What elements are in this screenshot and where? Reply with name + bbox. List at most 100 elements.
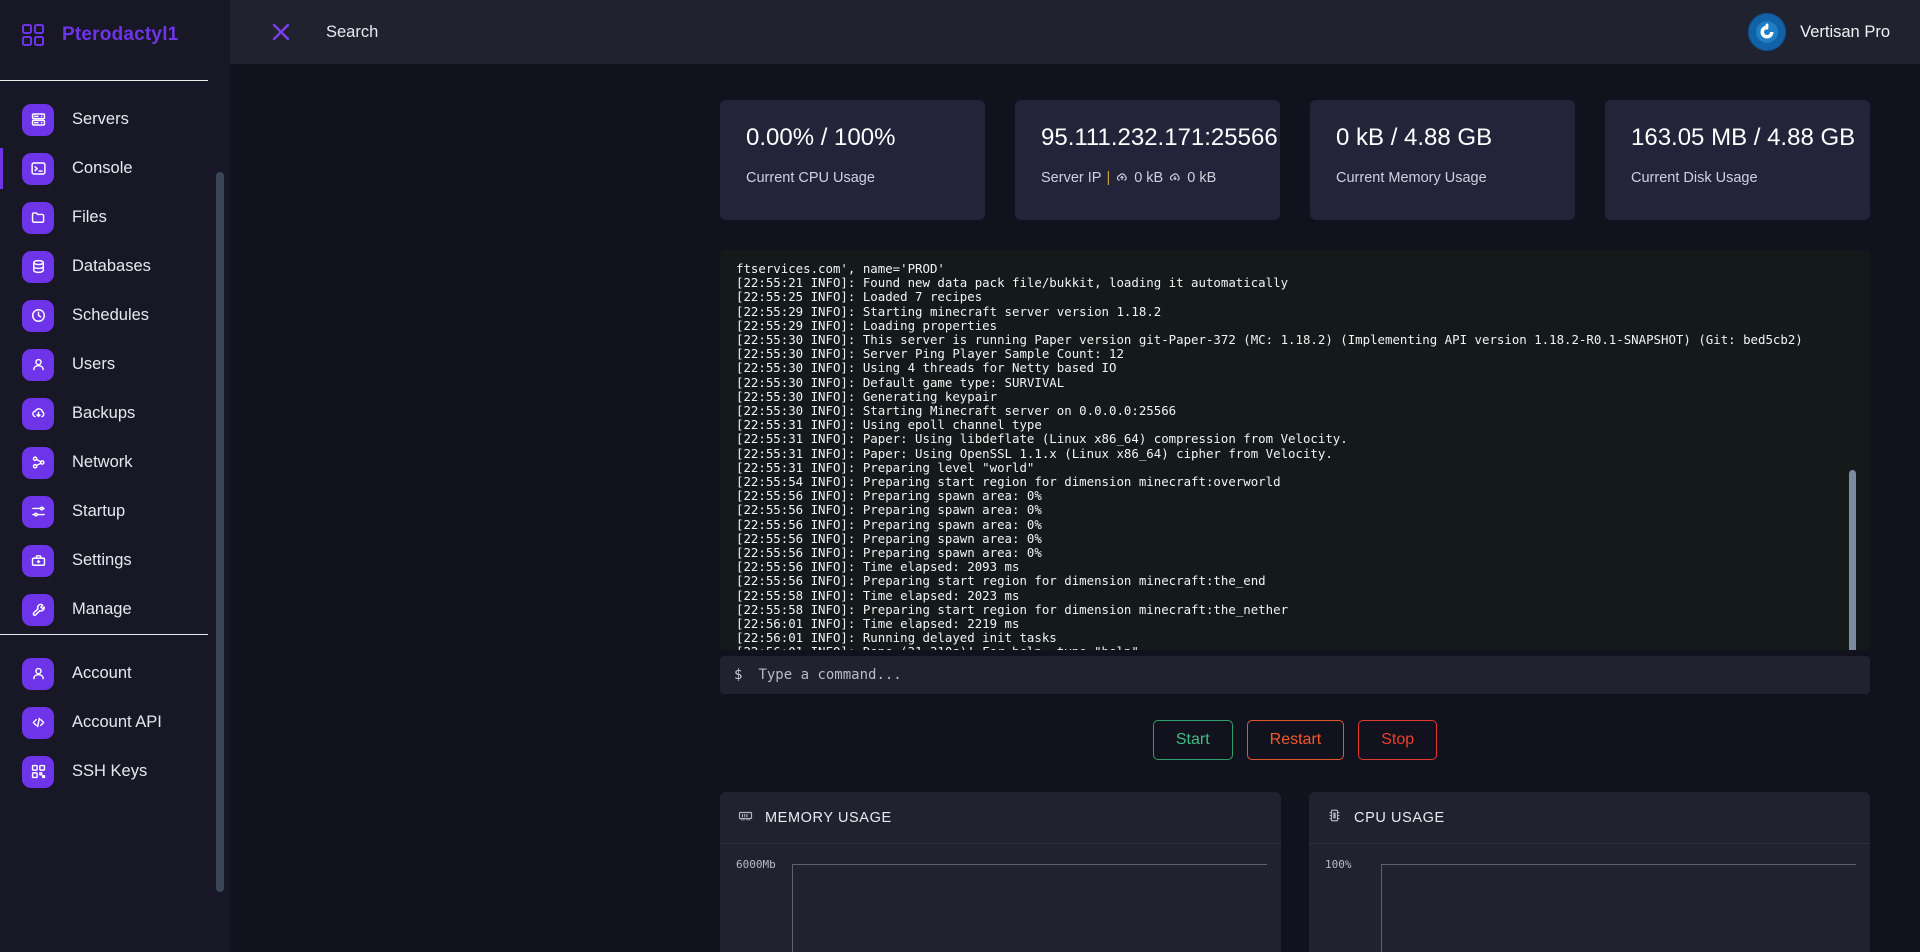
console-log-lines: ftservices.com', name='PROD' [22:55:21 IN… (736, 261, 1854, 650)
close-x-icon[interactable] (258, 23, 304, 41)
sidebar-item-label: Backups (72, 404, 136, 422)
console-line: [22:55:30 INFO]: Using 4 threads for Net… (736, 360, 1117, 376)
brand[interactable]: Pterodactyl1 (0, 0, 230, 70)
stat-label-row: Current Disk Usage (1631, 170, 1844, 186)
sidebar-item-label: Account (72, 664, 132, 682)
console-line: [22:56:01 INFO]: Time elapsed: 2219 ms (736, 616, 1020, 632)
console-section: ftservices.com', name='PROD' [22:55:21 IN… (230, 220, 1920, 694)
sidebar-item-label: Schedules (72, 306, 150, 324)
sidebar-item-console[interactable]: Console (0, 144, 230, 193)
wrench-icon (22, 593, 54, 626)
sidebar-item-schedules[interactable]: Schedules (0, 291, 230, 340)
console-line: [22:55:29 INFO]: Starting minecraft serv… (736, 303, 1162, 319)
database-icon (22, 250, 54, 283)
sidebar: Pterodactyl1 Servers Console Files Database… (0, 0, 230, 952)
sidebar-item-backups[interactable]: Backups (0, 389, 230, 438)
app-root: Pterodactyl1 Servers Console Files Database… (0, 0, 1920, 952)
code-icon (22, 706, 54, 739)
restart-button[interactable]: Restart (1246, 720, 1345, 760)
stat-label: Current Memory Usage (1336, 170, 1487, 186)
start-button[interactable]: Start (1152, 720, 1233, 760)
graph-card: CPU USAGE 100% (1309, 792, 1870, 952)
stat-value: 0.00% / 100% (746, 124, 896, 151)
sidebar-item-account[interactable]: Account (0, 649, 230, 698)
stat-label-row: Current Memory Usage (1336, 170, 1549, 186)
sidebar-item-manage[interactable]: Manage (0, 585, 230, 634)
sidebar-item-label: Users (72, 355, 116, 373)
console-line: [22:55:56 INFO]: Preparing spawn area: 0… (736, 516, 1042, 532)
stat-card: 95.111.232.171:25566 Server IP | 0 kB 0 kB (1015, 100, 1280, 220)
console-line: [22:55:30 INFO]: Server Ping Player Samp… (736, 346, 1124, 362)
qr-key-icon (22, 755, 54, 788)
sidebar-item-users[interactable]: Users (0, 340, 230, 389)
sidebar-scrollbar-thumb[interactable] (216, 172, 224, 892)
sidebar-item-label: Console (72, 159, 133, 177)
terminal-icon (22, 152, 54, 185)
sidebar-item-files[interactable]: Files (0, 193, 230, 242)
console-line: [22:55:30 INFO]: Default game type: SURV… (736, 374, 1065, 390)
graph-card: MEMORY USAGE 6000Mb (720, 792, 1281, 952)
user-menu[interactable]: Vertisan Pro (1748, 0, 1890, 64)
cloud-download-icon (1168, 170, 1182, 186)
user-icon (22, 348, 54, 381)
cpu-chip-icon (1327, 808, 1342, 828)
user-name: Vertisan Pro (1800, 22, 1890, 41)
sidebar-item-settings[interactable]: Settings (0, 536, 230, 585)
graph-plot-area (1381, 864, 1856, 952)
console-line: [22:55:21 INFO]: Found new data pack fil… (736, 275, 1289, 291)
stat-label: Current CPU Usage (746, 170, 875, 186)
console-line: [22:55:30 INFO]: Starting Minecraft serv… (736, 403, 1177, 419)
sidebar-item-databases[interactable]: Databases (0, 242, 230, 291)
console-line: [22:55:54 INFO]: Preparing start region … (736, 474, 1281, 490)
stat-value: 0 kB / 4.88 GB (1336, 124, 1493, 151)
console-line: [22:55:25 INFO]: Loaded 7 recipes (736, 289, 983, 305)
sliders-icon (22, 495, 54, 528)
console-line: [22:55:29 INFO]: Loading properties (736, 317, 998, 333)
stat-upload-value: 0 kB (1134, 170, 1164, 186)
graph-plot: 6000Mb (720, 844, 1281, 952)
search-input[interactable]: Search (326, 23, 378, 42)
sidebar-item-label: Manage (72, 600, 132, 618)
stop-button[interactable]: Stop (1358, 720, 1438, 760)
sidebar-item-startup[interactable]: Startup (0, 487, 230, 536)
sidebar-scrollbar-track[interactable] (216, 86, 227, 892)
sidebar-secondary-nav: Account Account API SSH Keys (0, 635, 230, 796)
graph-axis-max: 6000Mb (736, 858, 776, 871)
sidebar-item-servers[interactable]: Servers (0, 95, 230, 144)
console-line: [22:55:31 INFO]: Preparing level "world" (736, 459, 1035, 475)
graphs-row: MEMORY USAGE 6000Mb CPU USAGE 100% (230, 760, 1920, 952)
graph-header: MEMORY USAGE (720, 792, 1281, 844)
stat-label: Server IP (1041, 170, 1102, 186)
command-input-bar[interactable]: $ Type a command... (720, 656, 1870, 694)
stat-card: 163.05 MB / 4.88 GB Current Disk Usage (1605, 100, 1870, 220)
stats-row: 0.00% / 100% Current CPU Usage 95.111.232.… (230, 64, 1920, 220)
console-line: [22:55:31 INFO]: Paper: Using libdeflate… (736, 431, 1348, 447)
sidebar-item-label: Files (72, 208, 107, 226)
topbar: Search Vertisan Pro (230, 0, 1920, 64)
command-input[interactable]: Type a command... (758, 667, 901, 683)
sidebar-item-label: Network (72, 453, 133, 471)
sidebar-item-account-api[interactable]: Account API (0, 698, 230, 747)
console-scrollbar-thumb[interactable] (1849, 470, 1856, 650)
cloud-upload-icon (1115, 170, 1129, 186)
stat-value: 95.111.232.171:25566 (1041, 124, 1278, 151)
stat-label-row: Server IP | 0 kB 0 kB (1041, 170, 1254, 186)
sidebar-item-ssh-keys[interactable]: SSH Keys (0, 747, 230, 796)
cloud-download-icon (22, 397, 54, 430)
console-output[interactable]: ftservices.com', name='PROD' [22:55:21 IN… (720, 250, 1870, 650)
graph-header: CPU USAGE (1309, 792, 1870, 844)
folder-icon (22, 201, 54, 234)
sidebar-item-network[interactable]: Network (0, 438, 230, 487)
stat-label: Current Disk Usage (1631, 170, 1758, 186)
console-line: [22:55:56 INFO]: Preparing start region … (736, 573, 1266, 589)
prompt-symbol: $ (734, 667, 743, 683)
stat-download-value: 0 kB (1187, 170, 1217, 186)
console-scrollbar-track[interactable] (1849, 360, 1863, 650)
power-controls: Start Restart Stop (230, 720, 1920, 760)
sidebar-item-label: Databases (72, 257, 151, 275)
console-line: [22:55:56 INFO]: Preparing spawn area: 0… (736, 545, 1042, 561)
console-line: [22:55:56 INFO]: Preparing spawn area: 0… (736, 488, 1042, 504)
brand-name: Pterodactyl1 (62, 24, 179, 45)
sidebar-item-label: Servers (72, 110, 129, 128)
sidebar-item-label: Settings (72, 551, 132, 569)
